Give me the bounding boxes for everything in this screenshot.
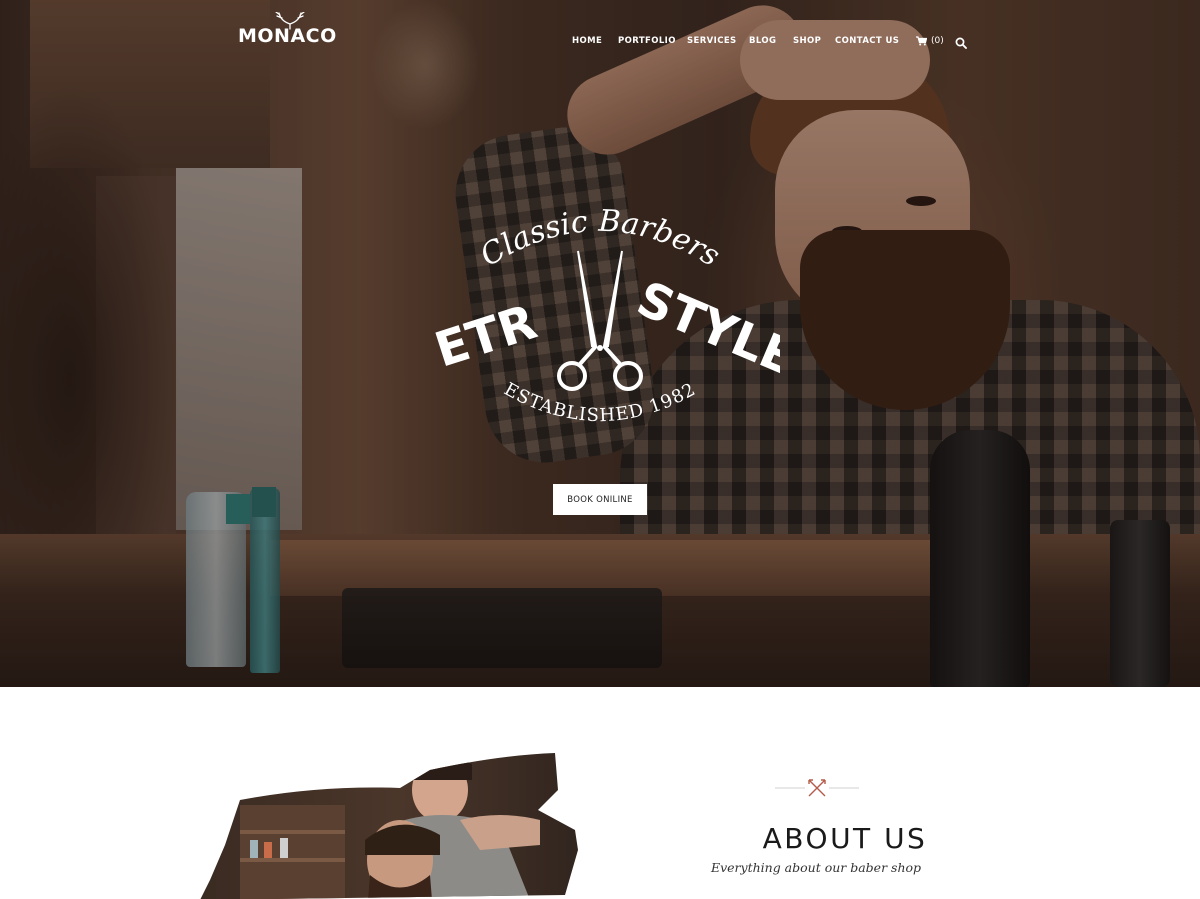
nav-item-blog[interactable]: BLOG	[749, 36, 776, 46]
badge-top-text: Classic Barbers	[474, 204, 725, 274]
about-subtitle: Everything about our baber shop	[710, 860, 922, 875]
about-photo	[200, 753, 578, 899]
cart-button[interactable]: (0)	[916, 36, 944, 46]
nav-item-portfolio[interactable]: PORTFOLIO	[618, 36, 676, 46]
main-nav: HOME PORTFOLIO SERVICES BLOG SHOP CONTAC…	[0, 36, 1200, 52]
hero-section: MONACO HOME PORTFOLIO SERVICES BLOG SHOP…	[0, 0, 1200, 687]
badge-right-text: STYLE	[629, 271, 780, 387]
search-icon[interactable]	[955, 37, 967, 49]
crossed-arrows-icon	[775, 779, 859, 797]
nav-item-shop[interactable]: SHOP	[793, 36, 821, 46]
book-online-button[interactable]: BOOK ONILINE	[553, 484, 647, 515]
nav-item-contact[interactable]: CONTACT US	[835, 36, 899, 46]
scissors-icon	[557, 250, 643, 391]
badge-left-text: RETRO	[420, 196, 543, 379]
retro-style-badge: Classic Barbers RETRO STYLE - ESTABLISHE…	[420, 196, 780, 426]
nav-item-home[interactable]: HOME	[572, 36, 602, 46]
nav-item-services[interactable]: SERVICES	[687, 36, 737, 46]
cart-icon	[916, 36, 927, 46]
cart-count: (0)	[931, 36, 944, 46]
about-section: ABOUT US Everything about our baber shop	[0, 687, 1200, 899]
about-title: ABOUT US	[762, 822, 928, 855]
